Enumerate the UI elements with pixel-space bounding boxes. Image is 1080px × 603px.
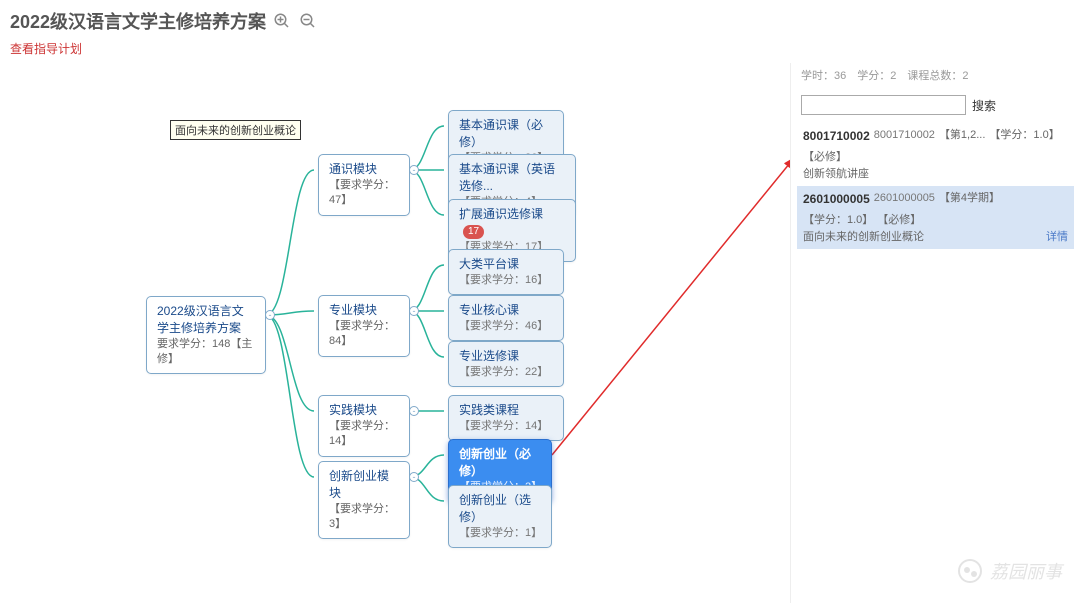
main-area: 2022级汉语言文学主修培养方案 要求学分：148【主修】 - 通识模块 【要求… <box>0 63 1080 603</box>
node-title: 基本通识课（英语选修... <box>459 161 565 195</box>
course-name: 面向未来的创新创业概论 <box>803 229 1068 246</box>
node-sub: 要求学分：148【主修】 <box>157 337 255 368</box>
node-sub: 【要求学分：3】 <box>329 502 399 533</box>
node-title: 专业选修课 <box>459 348 553 365</box>
node-title: 基本通识课（必修） <box>459 117 553 151</box>
node-leaf-major-elective[interactable]: 专业选修课 【要求学分：22】 <box>448 341 564 387</box>
expand-toggle-icon[interactable]: - <box>409 472 419 482</box>
node-sub: 【要求学分：84】 <box>329 319 399 350</box>
subheader: 查看指导计划 <box>0 38 1080 63</box>
node-sub: 【要求学分：46】 <box>459 319 553 334</box>
node-title: 创新创业（必修） <box>459 446 541 480</box>
node-sub: 【要求学分：1】 <box>459 526 541 541</box>
page-header: 2022级汉语言文学主修培养方案 <box>0 0 1080 38</box>
right-panel: 学时：36 学分：2 课程总数：2 搜索 8001710002 80017100… <box>790 63 1080 603</box>
hover-tooltip: 面向未来的创新创业概论 <box>170 120 301 140</box>
course-code: 2601000005 <box>803 190 870 208</box>
node-module-general[interactable]: 通识模块 【要求学分：47】 <box>318 154 410 216</box>
course-code: 8001710002 <box>803 127 870 145</box>
course-credit: 【学分：1.0】 <box>989 127 1059 145</box>
course-term: 【第4学期】 <box>939 190 1000 208</box>
course-term: 【第1,2... <box>939 127 985 145</box>
search-input[interactable] <box>801 95 966 115</box>
search-button[interactable]: 搜索 <box>972 95 996 115</box>
leaf-title-text: 扩展通识选修课 <box>459 207 543 221</box>
node-sub: 【要求学分：14】 <box>459 419 553 434</box>
details-link[interactable]: 详情 <box>1046 229 1068 246</box>
zoom-in-icon[interactable] <box>272 11 292 31</box>
expand-toggle-icon[interactable]: - <box>409 406 419 416</box>
node-title: 创新创业模块 <box>329 468 399 502</box>
node-title: 2022级汉语言文学主修培养方案 <box>157 303 255 337</box>
course-credit: 【学分：1.0】 <box>803 212 873 229</box>
course-name: 创新领航讲座 <box>803 166 1068 183</box>
course-code-alt: 8001710002 <box>874 127 935 145</box>
node-sub: 【要求学分：47】 <box>329 178 399 209</box>
course-item[interactable]: 8001710002 8001710002 【第1,2... 【学分：1.0】 … <box>797 123 1074 186</box>
view-plan-link[interactable]: 查看指导计划 <box>10 42 82 56</box>
node-title: 专业模块 <box>329 302 399 319</box>
count-badge: 17 <box>463 225 484 239</box>
course-req: 【必修】 <box>803 149 847 166</box>
search-row: 搜索 <box>797 95 1074 115</box>
page-title: 2022级汉语言文学主修培养方案 <box>10 8 266 34</box>
node-title: 专业核心课 <box>459 302 553 319</box>
node-module-major[interactable]: 专业模块 【要求学分：84】 <box>318 295 410 357</box>
course-req: 【必修】 <box>877 212 921 229</box>
node-sub: 【要求学分：16】 <box>459 273 553 288</box>
node-sub: 【要求学分：14】 <box>329 419 399 450</box>
node-root[interactable]: 2022级汉语言文学主修培养方案 要求学分：148【主修】 <box>146 296 266 374</box>
node-title: 实践类课程 <box>459 402 553 419</box>
node-leaf-practice[interactable]: 实践类课程 【要求学分：14】 <box>448 395 564 441</box>
node-title: 大类平台课 <box>459 256 553 273</box>
expand-toggle-icon[interactable]: - <box>409 306 419 316</box>
course-item-selected[interactable]: 2601000005 2601000005 【第4学期】 【学分：1.0】 【必… <box>797 186 1074 249</box>
tree-canvas[interactable]: 2022级汉语言文学主修培养方案 要求学分：148【主修】 - 通识模块 【要求… <box>0 63 790 603</box>
node-sub: 【要求学分：22】 <box>459 365 553 380</box>
node-title: 通识模块 <box>329 161 399 178</box>
node-leaf-core[interactable]: 专业核心课 【要求学分：46】 <box>448 295 564 341</box>
node-module-practice[interactable]: 实践模块 【要求学分：14】 <box>318 395 410 457</box>
node-title: 扩展通识选修课 17 <box>459 206 565 240</box>
course-code-alt: 2601000005 <box>874 190 935 208</box>
node-title: 创新创业（选修） <box>459 492 541 526</box>
expand-toggle-icon[interactable]: - <box>409 165 419 175</box>
node-title: 实践模块 <box>329 402 399 419</box>
node-leaf-platform[interactable]: 大类平台课 【要求学分：16】 <box>448 249 564 295</box>
expand-toggle-icon[interactable]: - <box>265 310 275 320</box>
stats-text: 学时：36 学分：2 课程总数：2 <box>797 63 1074 91</box>
node-leaf-innovation-elective[interactable]: 创新创业（选修） 【要求学分：1】 <box>448 485 552 548</box>
zoom-out-icon[interactable] <box>298 11 318 31</box>
node-module-innovation[interactable]: 创新创业模块 【要求学分：3】 <box>318 461 410 539</box>
